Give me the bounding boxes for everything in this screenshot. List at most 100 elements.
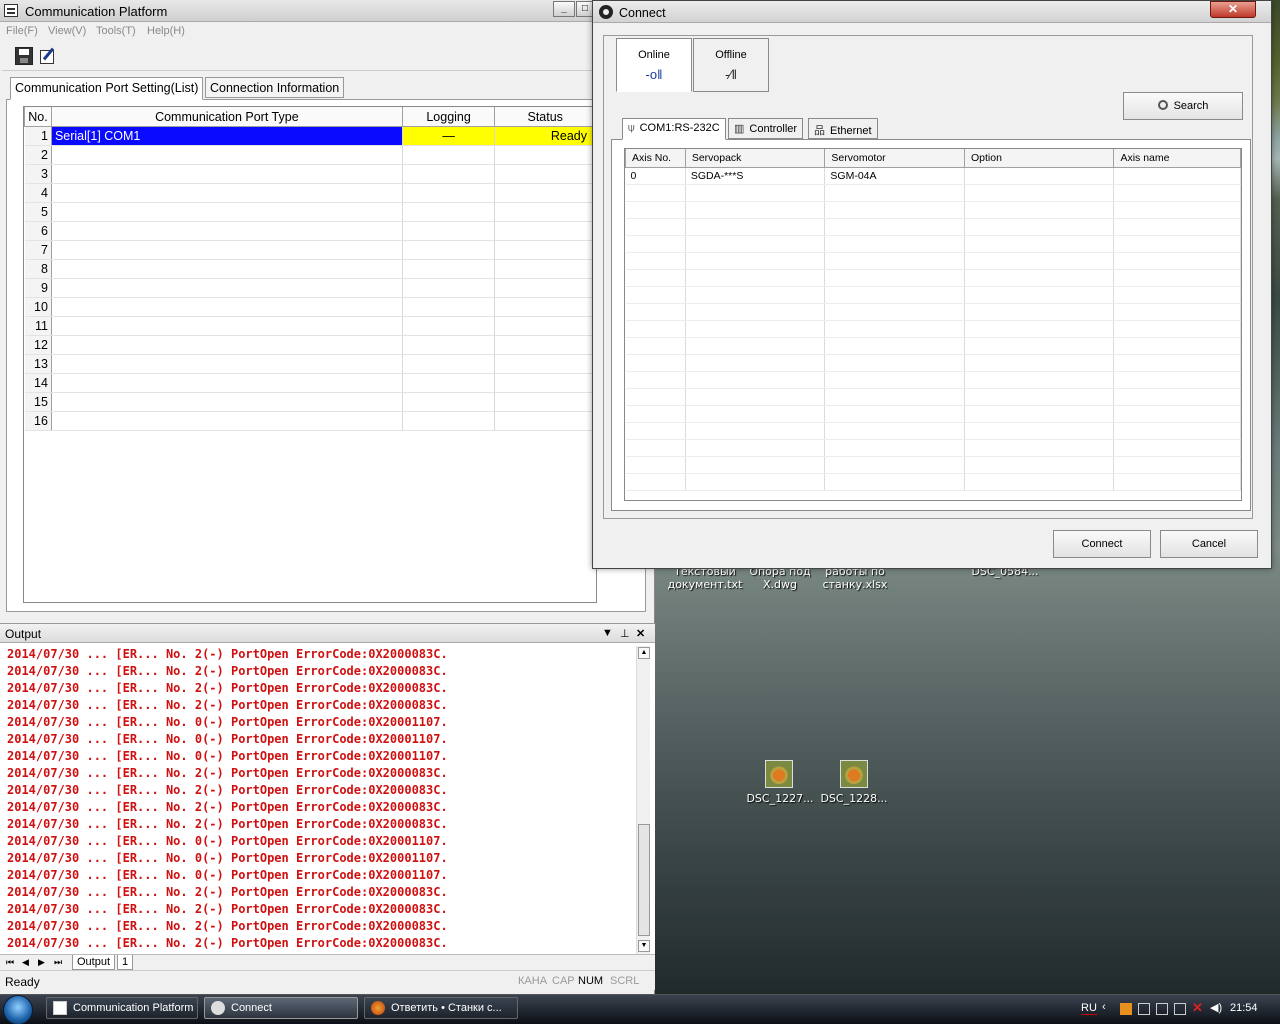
image-file-icon[interactable] [840,760,868,788]
connect-button[interactable]: Connect [1053,530,1151,558]
dialog-titlebar[interactable]: Connect ✕ [593,1,1271,23]
cell-servopack[interactable] [685,252,826,270]
table-row[interactable]: 16 [24,411,596,431]
column-header[interactable]: Status [494,107,596,127]
table-row[interactable] [625,201,1241,219]
cell-servomotor[interactable] [824,439,965,457]
cell-axis_name[interactable] [1113,354,1241,372]
last-page-icon[interactable]: ⏭ [54,957,62,968]
cell-servomotor[interactable]: SGM-04A [824,167,965,185]
cell-option[interactable] [964,388,1115,406]
cell-status[interactable] [494,297,596,317]
tab-output-1[interactable]: 1 [117,955,134,970]
table-row[interactable] [625,371,1241,389]
cell-axis_name[interactable] [1113,422,1241,440]
table-row[interactable] [625,184,1241,202]
table-row[interactable]: 5 [24,202,596,222]
table-row[interactable] [625,473,1241,491]
table-row[interactable] [625,456,1241,474]
cell-no[interactable]: 4 [24,183,52,203]
cell-no[interactable]: 11 [24,316,52,336]
table-row[interactable]: 3 [24,164,596,184]
cell-option[interactable] [964,201,1115,219]
tray-app-icon[interactable] [1120,1003,1132,1015]
cell-axis_name[interactable] [1113,473,1241,491]
save-icon[interactable] [15,47,33,65]
table-row[interactable]: 14 [24,373,596,393]
table-row[interactable]: 15 [24,392,596,412]
table-row[interactable]: 1 Serial[1] COM1— Ready [24,126,596,146]
log-scrollbar[interactable]: ▲ ▼ [636,646,650,954]
cell-status[interactable] [494,316,596,336]
cell-axis[interactable] [625,184,686,202]
cell-axis_name[interactable] [1113,167,1241,185]
cell-no[interactable]: 7 [24,240,52,260]
cell-axis[interactable] [625,218,686,236]
cell-status[interactable] [494,354,596,374]
cell-option[interactable] [964,320,1115,338]
table-row[interactable]: 8 [24,259,596,279]
cell-servomotor[interactable] [824,252,965,270]
cell-axis_name[interactable] [1113,371,1241,389]
cell-servopack[interactable] [685,456,826,474]
cell-type[interactable] [51,164,403,184]
tab-output[interactable]: Output [72,955,116,970]
cell-status[interactable] [494,183,596,203]
cell-status[interactable] [494,411,596,431]
table-row[interactable] [625,320,1241,338]
cell-option[interactable] [964,167,1115,185]
menu-file[interactable]: File(F) [6,25,38,37]
cancel-button[interactable]: Cancel [1160,530,1258,558]
table-row[interactable] [625,439,1241,457]
cell-servopack[interactable] [685,269,826,287]
cell-type[interactable] [51,259,403,279]
cell-type[interactable] [51,392,403,412]
cell-logging[interactable] [402,297,496,317]
cell-option[interactable] [964,235,1115,253]
start-button[interactable] [3,995,33,1024]
tab-port-setting-list[interactable]: Communication Port Setting(List) [10,77,204,100]
cell-axis_name[interactable] [1113,201,1241,219]
cell-status[interactable] [494,278,596,298]
cell-axis[interactable] [625,405,686,423]
cell-axis_name[interactable] [1113,439,1241,457]
tab-com1-rs232c[interactable]: ⍦ COM1:RS-232C [622,118,726,140]
cell-logging[interactable] [402,259,496,279]
cell-axis_name[interactable] [1113,252,1241,270]
cell-servomotor[interactable] [824,456,965,474]
cell-logging[interactable] [402,183,496,203]
table-row[interactable] [625,405,1241,423]
cell-axis_name[interactable] [1113,269,1241,287]
cell-servopack[interactable] [685,286,826,304]
scroll-up-icon[interactable]: ▲ [638,647,650,659]
tray-app-icon[interactable] [1156,1003,1168,1015]
cell-servopack[interactable] [685,303,826,321]
table-row[interactable]: 7 [24,240,596,260]
table-row[interactable]: 2 [24,145,596,165]
minimize-button[interactable]: _ [553,1,575,17]
cell-option[interactable] [964,269,1115,287]
desktop-file-label[interactable]: DSC_1227... [744,792,816,805]
table-row[interactable] [625,269,1241,287]
column-header[interactable]: Logging [401,107,496,127]
table-row[interactable]: 0 SGDA-***S SGM-04A [625,167,1241,185]
cell-type[interactable] [51,316,403,336]
pin-icon[interactable]: ⊥ [620,627,630,640]
cell-option[interactable] [964,405,1115,423]
chevron-left-icon[interactable]: ‹ [1102,1001,1114,1013]
image-file-icon[interactable] [765,760,793,788]
cell-type[interactable] [51,411,403,431]
cell-servopack[interactable] [685,422,826,440]
scroll-down-icon[interactable]: ▼ [638,940,650,952]
table-row[interactable] [625,235,1241,253]
cell-status[interactable] [494,164,596,184]
chevron-down-icon[interactable]: ▼ [602,627,613,639]
log-output[interactable]: 2014/07/30 ... [ER... No. 2(-) PortOpen … [2,646,632,954]
cell-status[interactable] [494,373,596,393]
cell-axis[interactable] [625,337,686,355]
cell-axis_name[interactable] [1113,218,1241,236]
cell-servopack[interactable] [685,405,826,423]
cell-no[interactable]: 3 [24,164,52,184]
cell-servomotor[interactable] [824,320,965,338]
cell-logging[interactable] [402,221,496,241]
